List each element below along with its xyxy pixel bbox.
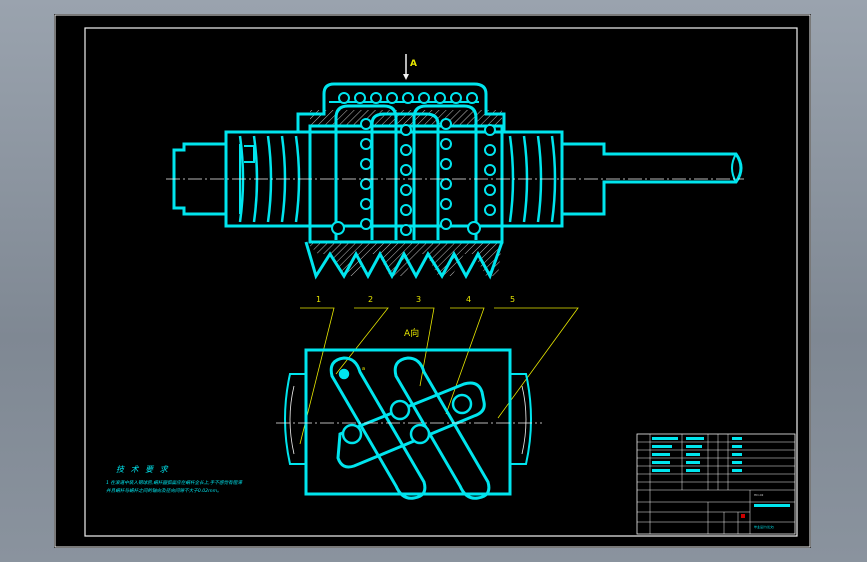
callout-3: 3 <box>416 295 421 304</box>
balls-column-4 <box>484 124 496 216</box>
balls-column-1 <box>360 118 372 230</box>
callout-2: 2 <box>368 295 373 304</box>
technical-notes: 技 术 要 求 1 在滚道中装入钢球后,蜗杆圆弧面应在蜗杆全长上,手不感觉有阻滞… <box>106 465 243 494</box>
section-mark-label: A <box>410 59 417 69</box>
shaft-stub-left <box>284 373 307 465</box>
title-block-footer-code: 毕业设计(论文) <box>754 524 774 529</box>
balls-column-3 <box>440 118 452 230</box>
balls-top <box>338 92 478 104</box>
notes-line-2: 并且蜗杆与蜗杆之间的轴向及径向间隙不大于0.02mm。 <box>106 488 222 494</box>
nut-housing-end-view <box>304 348 512 496</box>
title-block-drawing-code: HD-02 <box>754 493 764 497</box>
callout-1: 1 <box>316 295 321 304</box>
title-block-red-mark <box>741 514 745 518</box>
title-block-cyan-fills <box>652 437 790 507</box>
shaft-section-view: A <box>166 54 744 280</box>
keyway-slot <box>244 145 255 163</box>
stub-hatch-right <box>521 385 527 455</box>
ball-lower-right <box>467 221 481 235</box>
small-annotation: a <box>362 366 365 372</box>
view-title: A向 <box>404 327 419 339</box>
cad-drawing: A A向 1 2 3 4 5 a 技 术 要 求 1 在滚道中装入钢球后,蜗杆圆… <box>54 14 811 548</box>
hatch-upper <box>310 110 502 126</box>
callout-4: 4 <box>466 295 471 304</box>
callout-5: 5 <box>510 295 515 304</box>
shaft-break-line <box>731 153 737 183</box>
stub-hatch-left <box>289 385 295 455</box>
hatch-lower <box>306 242 502 276</box>
drawing-sheet: A A向 1 2 3 4 5 a 技 术 要 求 1 在滚道中装入钢球后,蜗杆圆… <box>54 14 811 548</box>
balls-end-view <box>338 368 473 445</box>
ball-lower-left <box>331 221 345 235</box>
notes-line-1: 1 在滚道中装入钢球后,蜗杆圆弧面应在蜗杆全长上,手不感觉有阻滞 <box>106 480 243 486</box>
inner-frame <box>84 27 798 537</box>
section-arrow-head <box>403 74 409 80</box>
balls-column-2 <box>400 124 412 236</box>
a-direction-view: A向 1 2 3 4 5 a <box>276 295 579 500</box>
notes-heading: 技 术 要 求 <box>116 465 170 474</box>
title-block: 毕业设计(论文) HD-02 <box>636 433 796 535</box>
